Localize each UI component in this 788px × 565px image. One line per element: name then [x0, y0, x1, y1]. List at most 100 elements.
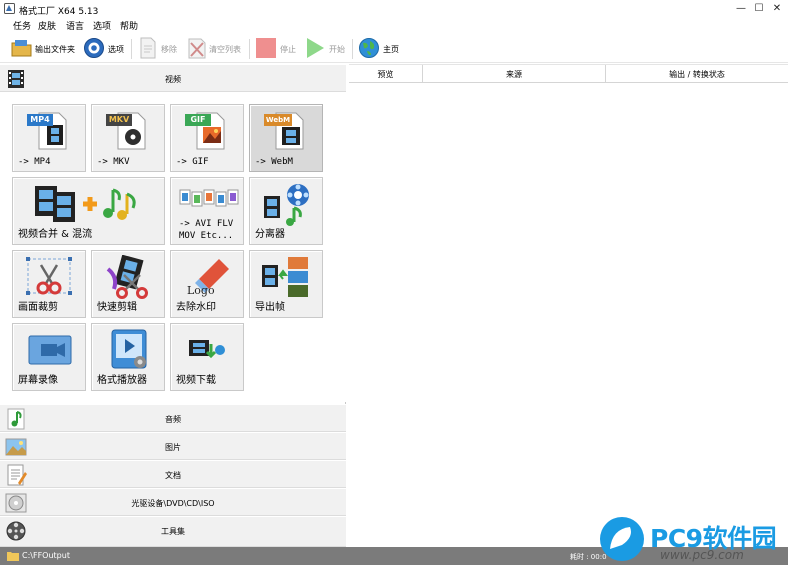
options-gear-icon	[84, 38, 104, 58]
window-title: 格式工厂 X64 5.13	[19, 7, 99, 17]
title-bar: 格式工厂 X64 5.13 — ☐ ✕	[0, 0, 788, 17]
category-image[interactable]: 图片	[0, 432, 346, 460]
category-panel: 视频 MP4 -> MP4 MKV -> MKV GIF -> GIF WebM…	[0, 64, 346, 547]
stop-button[interactable]: 停止	[255, 37, 299, 61]
remove-label: 移除	[161, 45, 177, 54]
quick-cut-icon	[106, 255, 148, 299]
category-audio[interactable]: 音频	[0, 404, 346, 432]
format-factory-window: 格式工厂 X64 5.13 — ☐ ✕ 任务 皮肤 语言 选项 帮助 输出文件夹…	[0, 0, 788, 565]
home-globe-icon	[359, 38, 379, 58]
tile-label: 去除水印	[176, 302, 216, 313]
tile-to-mp4[interactable]: MP4 -> MP4	[12, 104, 86, 172]
menu-skin[interactable]: 皮肤	[38, 19, 56, 32]
category-video[interactable]: 视频	[0, 64, 346, 92]
webm-badge: WebM	[264, 114, 292, 126]
clear-list-button[interactable]: 清空列表	[187, 37, 245, 61]
start-play-icon	[307, 38, 324, 58]
category-document-label: 文档	[165, 471, 181, 480]
screen-record-icon	[28, 335, 72, 365]
pc9-logo-icon	[600, 517, 644, 561]
maximize-button[interactable]: ☐	[750, 1, 768, 16]
category-document[interactable]: 文档	[0, 460, 346, 488]
tile-video-join-mux[interactable]: 视频合并 & 混流	[12, 177, 165, 245]
category-video-label: 视频	[165, 75, 181, 84]
app-logo-icon	[4, 3, 15, 14]
site-watermark: PC9软件园 www.pc9.com	[598, 513, 788, 565]
video-join-icon	[35, 186, 136, 222]
tile-to-mkv[interactable]: MKV -> MKV	[91, 104, 165, 172]
tile-label: 视频合并 & 混流	[18, 229, 93, 240]
options-label: 选项	[108, 45, 124, 54]
folder-icon	[11, 40, 32, 57]
tile-label: -> GIF	[176, 157, 209, 167]
tile-export-frames[interactable]: 导出帧	[249, 250, 323, 318]
toolbar-separator	[249, 39, 250, 59]
minimize-button[interactable]: —	[732, 1, 750, 16]
tile-label: 快速剪辑	[97, 302, 137, 313]
category-audio-label: 音频	[165, 415, 181, 424]
task-list[interactable]: 预览 来源 输出 / 转换状态	[349, 64, 788, 547]
menu-language[interactable]: 语言	[66, 19, 84, 32]
tile-remove-watermark[interactable]: Logo 去除水印	[170, 250, 244, 318]
gif-badge: GIF	[185, 114, 211, 126]
toolbar: 输出文件夹 选项 移除 清空列表 停止 开始 主页	[0, 33, 788, 63]
remove-button[interactable]: 移除	[139, 37, 181, 61]
tile-label: -> MKV	[97, 157, 130, 167]
tile-to-webm[interactable]: WebM -> WebM	[249, 104, 323, 172]
category-disc-label: 光驱设备\DVD\CD\ISO	[131, 499, 215, 508]
start-button[interactable]: 开始	[304, 37, 348, 61]
category-disc[interactable]: 光驱设备\DVD\CD\ISO	[0, 488, 346, 516]
menu-tasks[interactable]: 任务	[13, 19, 31, 32]
stop-icon	[256, 38, 276, 58]
tile-label-line2: MOV Etc...	[179, 231, 234, 241]
watermark-url: www.pc9.com	[660, 548, 744, 562]
column-preview[interactable]: 预览	[349, 69, 422, 80]
start-label: 开始	[329, 45, 345, 54]
menu-help[interactable]: 帮助	[120, 19, 138, 32]
tile-video-download[interactable]: 视频下载	[170, 323, 244, 391]
mp4-badge: MP4	[27, 114, 53, 126]
tile-label-line1: -> AVI FLV	[179, 219, 234, 229]
tile-label: 画面裁剪	[18, 302, 58, 313]
logo-text: Logo	[187, 284, 215, 297]
output-path[interactable]: C:\FFOutput	[22, 551, 70, 560]
category-tools[interactable]: 工具集	[0, 516, 346, 547]
tile-label: 视频下载	[176, 375, 216, 386]
category-tools-label: 工具集	[161, 527, 185, 536]
tile-to-avi-flv-mov[interactable]: -> AVI FLV MOV Etc...	[170, 177, 244, 245]
tile-label: -> MP4	[18, 157, 51, 167]
options-button[interactable]: 选项	[83, 37, 127, 61]
tile-crop[interactable]: 画面裁剪	[12, 250, 86, 318]
tile-label: 分离器	[255, 229, 285, 240]
splitter-icon	[264, 184, 309, 226]
toolbar-separator	[131, 39, 132, 59]
tile-label: 导出帧	[255, 302, 285, 313]
remove-document-icon	[140, 37, 156, 59]
video-formats-icon	[179, 189, 239, 207]
output-folder-button[interactable]: 输出文件夹	[11, 37, 77, 61]
clear-list-label: 清空列表	[209, 45, 241, 54]
home-button[interactable]: 主页	[358, 37, 402, 61]
tile-label: -> WebM	[255, 157, 293, 167]
column-source[interactable]: 来源	[423, 69, 605, 80]
toolbar-separator	[352, 39, 353, 59]
tile-format-player[interactable]: 格式播放器	[91, 323, 165, 391]
tile-quick-cut[interactable]: 快速剪辑	[91, 250, 165, 318]
avi-tile-text: -> AVI FLV MOV Etc...	[179, 218, 233, 242]
close-button[interactable]: ✕	[768, 1, 786, 16]
menu-options[interactable]: 选项	[93, 19, 111, 32]
task-list-header: 预览 来源 输出 / 转换状态	[349, 64, 788, 83]
stop-label: 停止	[280, 45, 296, 54]
home-label: 主页	[383, 45, 399, 54]
output-folder-label: 输出文件夹	[35, 45, 75, 54]
crop-scissors-icon	[26, 257, 72, 295]
tile-to-gif[interactable]: GIF -> GIF	[170, 104, 244, 172]
video-tool-grid: MP4 -> MP4 MKV -> MKV GIF -> GIF WebM ->…	[0, 92, 346, 402]
clear-list-icon	[188, 38, 206, 59]
column-output-status[interactable]: 输出 / 转换状态	[606, 69, 788, 80]
tile-screen-record[interactable]: 屏幕录像	[12, 323, 86, 391]
video-download-icon	[189, 340, 225, 359]
mkv-badge: MKV	[106, 114, 132, 126]
tile-label: 屏幕录像	[18, 375, 58, 386]
tile-splitter[interactable]: 分离器	[249, 177, 323, 245]
